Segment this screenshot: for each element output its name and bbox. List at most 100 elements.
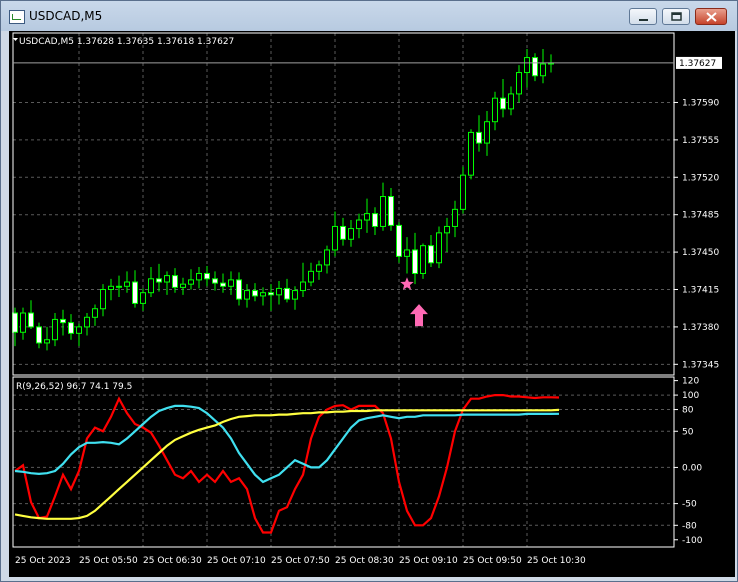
price-axis-label: 1.37450 [682,248,719,258]
indicator-axis-label: 120 [682,377,699,387]
candle-body [404,249,410,257]
indicator-axis-label: 100 [682,391,699,401]
price-axis-label: 1.37555 [682,136,719,146]
minimize-icon [639,19,648,21]
indicator-axis-label: -100 [682,536,703,546]
chart-axes: 25 Oct 2023 25 Oct 05:50 25 Oct 06:30 25 Oc… [12,32,722,566]
window-title: USDCAD,M5 [29,9,103,23]
candle-body [260,292,266,297]
chart-window: USDCAD,M5 25 Oct 2023 25 Oct 05:50 25 Oct … [0,0,738,582]
candle-body [540,63,546,77]
candle-body [476,131,482,144]
candle-body [84,316,90,328]
candle-body [60,318,66,324]
price-chart-svg[interactable]: 25 Oct 2023 25 Oct 05:50 25 Oct 06:30 25 Oc… [9,31,735,577]
candle-body [284,287,290,300]
candle-body [220,282,226,287]
price-axis-label: 1.37380 [682,323,719,333]
candle-body [332,225,338,251]
close-button[interactable] [695,8,727,25]
indicator-line-red [14,394,560,534]
candle-body [500,97,506,110]
indicator-axis-label: 0.00 [682,463,702,473]
candle-body [436,232,442,264]
candle-body [508,93,514,110]
time-axis-label: 25 Oct 09:10 [399,556,458,566]
candle-body [44,339,50,344]
candle-body [212,278,218,284]
indicator-axis-label: -80 [682,521,697,531]
candle-body [236,279,242,300]
time-axis-label: 25 Oct 07:10 [207,556,266,566]
candle-body [116,285,122,288]
price-axis-label: 1.37345 [682,360,719,370]
candle-body [132,281,138,304]
indicator-header: R(9,26,52) 96.7 74.1 79.5 [16,382,132,392]
candle-body [268,292,274,296]
current-price-label: 1.37627 [679,59,716,69]
close-icon [706,12,717,22]
indicator-lines [14,394,560,534]
candle-body [20,312,26,333]
candle-body [524,57,530,74]
minimize-button[interactable] [629,8,657,25]
candle-body [36,326,42,344]
signal-star-icon [400,277,414,290]
time-axis-label: 25 Oct 09:50 [463,556,522,566]
price-axis-label: 1.37485 [682,211,719,221]
candles [12,49,554,351]
candle-body [172,275,178,288]
candle-body [452,208,458,227]
time-axis-label: 25 Oct 10:30 [527,556,586,566]
candle-body [372,213,378,227]
candle-body [28,312,34,328]
window-titlebar[interactable]: USDCAD,M5 [1,1,737,31]
candle-body [292,290,298,300]
price-axis-label: 1.37520 [682,173,719,183]
candle-body [356,219,362,230]
candle-body [340,225,346,240]
candle-body [444,225,450,234]
candle-body [396,224,402,257]
indicator-line-cyan [14,404,560,484]
candle-body [324,249,330,266]
time-axis-label: 25 Oct 05:50 [79,556,138,566]
maximize-button[interactable] [662,8,690,25]
candle-body [196,272,202,281]
candle-body [428,245,434,264]
chart-header-dropdown-icon [13,38,18,41]
candle-body [52,318,58,341]
candle-body [244,290,250,300]
candle-body [276,287,282,296]
candle-body [364,213,370,221]
indicator-line-yellow [14,408,560,520]
chart-area[interactable]: 25 Oct 2023 25 Oct 05:50 25 Oct 06:30 25 Oc… [9,31,735,577]
candle-body [228,279,234,287]
candle-body [380,196,386,227]
time-axis-label: 25 Oct 2023 [15,556,71,566]
candle-body [348,228,354,240]
candle-body [188,279,194,285]
chart-window-icon [9,10,25,24]
candle-body [156,278,162,283]
restore-icon [671,12,682,21]
candle-body [92,308,98,318]
candle-body [484,121,490,144]
indicator-axis-label: 50 [682,427,694,437]
time-axis-label: 25 Oct 07:50 [271,556,330,566]
candle-body [124,281,130,287]
candle-body [460,174,466,210]
price-pane-border [12,32,675,376]
candle-body [388,196,394,226]
candle-body [316,264,322,272]
candle-body [516,72,522,95]
buy-arrow-icon [410,304,428,327]
candle-body [180,283,186,288]
indicator-axis-label: 80 [682,406,694,416]
indicator-axis-label: -50 [682,500,697,510]
chart-header: USDCAD,M5 1.37628 1.37635 1.37618 1.3762… [19,37,234,47]
candle-body [468,131,474,176]
candle-body [412,249,418,274]
candle-body [252,290,258,297]
candle-body [76,326,82,334]
